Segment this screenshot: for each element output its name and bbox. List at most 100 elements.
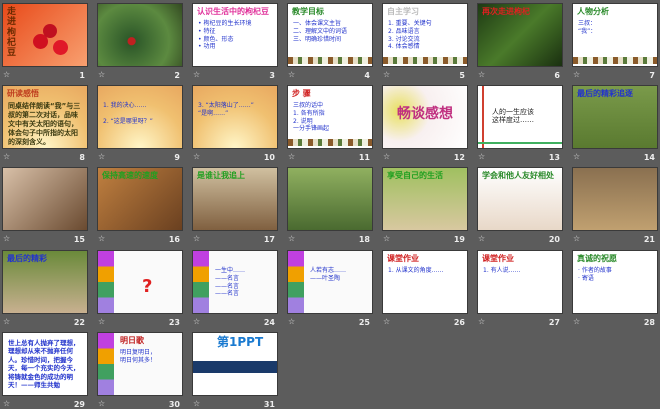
- slide-thumbnail-29[interactable]: 世上总有人抛弃了理想，理想却从来不抛弃任何人。珍惜时间，把握今天，每一个充实的今…: [2, 332, 88, 396]
- slide-thumbnail-18[interactable]: [287, 167, 373, 231]
- slide-thumbnail-5[interactable]: 自主学习 1. 重要、关键句 2. 品味语言 3. 讨论交流 4. 体会感情: [382, 3, 468, 67]
- slide-thumbnail-21[interactable]: [572, 167, 658, 231]
- animal-border-decoration: [288, 139, 372, 146]
- slide-thumbnail-11[interactable]: 步 骤三叔的话中 1. 各有所指 2. 说明 一分手锋画起: [287, 85, 373, 149]
- slide-number: 10: [263, 153, 275, 162]
- slide-number: 24: [263, 318, 275, 327]
- slide-transition-star-icon[interactable]: ☆: [193, 399, 200, 408]
- slide-transition-star-icon[interactable]: ☆: [288, 70, 295, 79]
- slide-body-text: 3. “太阳落山了……” “是啊……”: [198, 102, 254, 117]
- slide-transition-star-icon[interactable]: ☆: [3, 399, 10, 408]
- slide-title: 课堂作业: [387, 254, 419, 263]
- slide-title: 自主学习: [387, 7, 419, 16]
- slide-body-text: 一生中…… ——名言 ——名言 ——名言: [215, 267, 246, 298]
- slide-title: 认识生活中的枸杞豆: [197, 7, 269, 16]
- slide-thumbnail-3[interactable]: 认识生活中的枸杞豆 • 枸杞豆的生长环境 • 特征 • 颜色、形态 • 功用: [192, 3, 278, 67]
- slide-thumbnail-17[interactable]: 是谁让我追上: [192, 167, 278, 231]
- slide-thumbnail-10[interactable]: 3. “太阳落山了……” “是啊……”: [192, 85, 278, 149]
- slide-number: 20: [548, 235, 560, 244]
- slide-thumbnail-26[interactable]: 课堂作业 1. 从课文的角度……: [382, 250, 468, 314]
- red-line-decoration: [482, 86, 484, 148]
- slide-transition-star-icon[interactable]: ☆: [478, 152, 485, 161]
- slide-title: 再次走进枸杞: [482, 7, 530, 16]
- clock-decoration-icon: [98, 333, 114, 395]
- slide-title: 保持高速的速度: [102, 171, 158, 180]
- slide-number: 17: [263, 235, 275, 244]
- slide-thumbnail-6[interactable]: 再次走进枸杞: [477, 3, 563, 67]
- slide-transition-star-icon[interactable]: ☆: [98, 234, 105, 243]
- slide-transition-star-icon[interactable]: ☆: [193, 70, 200, 79]
- animal-border-decoration: [573, 57, 657, 64]
- slide-body-text: 三叔： “我”：: [578, 20, 597, 35]
- slide-transition-star-icon[interactable]: ☆: [98, 399, 105, 408]
- slide-number: 12: [453, 153, 465, 162]
- slide-transition-star-icon[interactable]: ☆: [193, 152, 200, 161]
- slide-number: 13: [548, 153, 560, 162]
- blue-banner: [193, 361, 277, 373]
- slide-thumbnail-16[interactable]: 保持高速的速度: [97, 167, 183, 231]
- slide-thumbnail-30[interactable]: 明日歌 明日复明日， 明日何其多！: [97, 332, 183, 396]
- slide-transition-star-icon[interactable]: ☆: [383, 234, 390, 243]
- slide-thumbnail-27[interactable]: 课堂作业 1. 有人说……: [477, 250, 563, 314]
- slide-transition-star-icon[interactable]: ☆: [3, 234, 10, 243]
- slide-transition-star-icon[interactable]: ☆: [98, 317, 105, 326]
- slide-transition-star-icon[interactable]: ☆: [98, 70, 105, 79]
- slide-transition-star-icon[interactable]: ☆: [478, 70, 485, 79]
- animal-border-decoration: [288, 57, 372, 64]
- slide-thumbnail-22[interactable]: 最后的精彩: [2, 250, 88, 314]
- slide-transition-star-icon[interactable]: ☆: [3, 152, 10, 161]
- clock-decoration-icon: [193, 251, 209, 313]
- slide-body-text: · 作者的故事 · 寄语: [578, 267, 612, 282]
- slide-transition-star-icon[interactable]: ☆: [288, 234, 295, 243]
- slide-thumbnail-14[interactable]: 最后的精彩追逐: [572, 85, 658, 149]
- slide-thumbnail-7[interactable]: 人物分析 三叔： “我”：: [572, 3, 658, 67]
- slide-title: 明日歌: [120, 336, 144, 345]
- slide-thumbnail-2[interactable]: [97, 3, 183, 67]
- slide-transition-star-icon[interactable]: ☆: [193, 234, 200, 243]
- slide-transition-star-icon[interactable]: ☆: [573, 317, 580, 326]
- slide-thumbnail-8[interactable]: 研读感悟 同桌结伴朗读“我”与三叔的第二次对话，品味文中有关太阳的语句，体会句子中…: [2, 85, 88, 149]
- slide-thumbnail-23[interactable]: ?: [97, 250, 183, 314]
- slide-number: 3: [269, 71, 275, 80]
- slide-title: 走进枸杞豆: [7, 7, 17, 59]
- slide-number: 23: [168, 318, 180, 327]
- slide-thumbnail-28[interactable]: 真诚的祝愿 · 作者的故事 · 寄语: [572, 250, 658, 314]
- slide-transition-star-icon[interactable]: ☆: [573, 152, 580, 161]
- slide-body-text: 世上总有人抛弃了理想，理想却从来不抛弃任何人。珍惜时间，把握今天，每一个充实的今…: [8, 339, 80, 390]
- slide-transition-star-icon[interactable]: ☆: [573, 70, 580, 79]
- slide-number: 22: [73, 318, 85, 327]
- slide-thumbnail-1[interactable]: 走进枸杞豆: [2, 3, 88, 67]
- slide-transition-star-icon[interactable]: ☆: [3, 317, 10, 326]
- clock-decoration-icon: [98, 251, 114, 313]
- slide-transition-star-icon[interactable]: ☆: [3, 70, 10, 79]
- slide-transition-star-icon[interactable]: ☆: [193, 317, 200, 326]
- slide-transition-star-icon[interactable]: ☆: [98, 152, 105, 161]
- slide-thumbnail-13[interactable]: 人的一生应该 这样度过……: [477, 85, 563, 149]
- slide-transition-star-icon[interactable]: ☆: [383, 152, 390, 161]
- slide-thumbnail-25[interactable]: 人若有志…… ——叶圣陶: [287, 250, 373, 314]
- slide-transition-star-icon[interactable]: ☆: [573, 234, 580, 243]
- slide-number: 8: [79, 153, 85, 162]
- slide-transition-star-icon[interactable]: ☆: [288, 152, 295, 161]
- slide-thumbnail-4[interactable]: 教学目标 一、体会课文主旨 二、理解文中的词语 三、明确珍惜时间: [287, 3, 373, 67]
- slide-number: 31: [263, 400, 275, 409]
- slide-thumbnail-31[interactable]: 第1PPT: [192, 332, 278, 396]
- slide-thumbnail-12[interactable]: 畅谈感想: [382, 85, 468, 149]
- slide-number: 15: [73, 235, 85, 244]
- slide-title: 最后的精彩: [7, 254, 47, 263]
- slide-title: 研读感悟: [7, 89, 39, 98]
- animal-border-decoration: [383, 57, 467, 64]
- slide-thumbnail-15[interactable]: [2, 167, 88, 231]
- slide-thumbnail-9[interactable]: 1. 我的决心…… 2. “这是哪里呀？”: [97, 85, 183, 149]
- slide-transition-star-icon[interactable]: ☆: [383, 70, 390, 79]
- slide-thumbnail-20[interactable]: 学会和他人友好相处: [477, 167, 563, 231]
- slide-transition-star-icon[interactable]: ☆: [288, 317, 295, 326]
- slide-transition-star-icon[interactable]: ☆: [383, 317, 390, 326]
- slide-number: 25: [358, 318, 370, 327]
- slide-number: 1: [79, 71, 85, 80]
- slide-thumbnail-19[interactable]: 享受自己的生活: [382, 167, 468, 231]
- slide-transition-star-icon[interactable]: ☆: [478, 317, 485, 326]
- slide-transition-star-icon[interactable]: ☆: [478, 234, 485, 243]
- slide-thumbnail-24[interactable]: 一生中…… ——名言 ——名言 ——名言: [192, 250, 278, 314]
- slide-number: 5: [459, 71, 465, 80]
